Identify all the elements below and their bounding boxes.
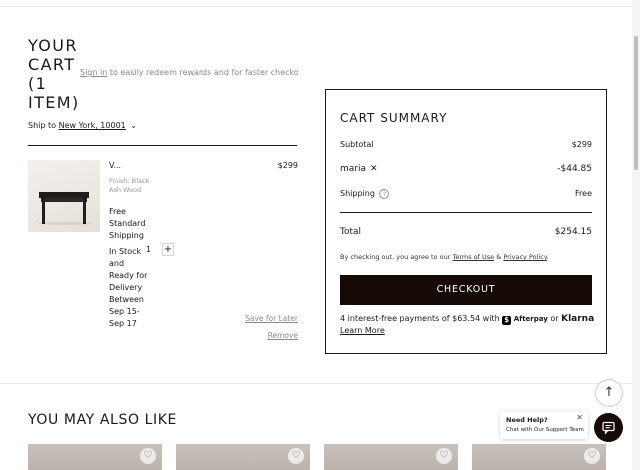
- desk-apron-shape: [41, 198, 87, 202]
- total-value: $254.15: [554, 227, 592, 237]
- subtotal-value: $299: [571, 140, 592, 149]
- installment-info: 4 interest-free payments of $63.54 with …: [340, 313, 598, 336]
- save-for-later-link[interactable]: Save for Later: [230, 314, 298, 323]
- promo-discount: -$44.85: [557, 164, 592, 174]
- signin-text: to easily redeem rewards and for faster …: [109, 68, 298, 77]
- ship-to: Ship to New York, 10001 ⌄: [28, 121, 137, 130]
- chevron-down-icon[interactable]: ⌄: [130, 121, 137, 130]
- chat-icon: [602, 421, 615, 434]
- payments-text: 4 interest-free payments of $63.54 with: [340, 314, 500, 323]
- heart-icon[interactable]: ♡: [140, 448, 156, 464]
- help-title: Need Help?: [506, 416, 548, 424]
- product-stock: In Stock and Ready for Delivery Between …: [109, 247, 148, 328]
- privacy-link[interactable]: Privacy Policy: [503, 253, 546, 261]
- afterpay-icon: $: [502, 316, 512, 325]
- help-subtitle: Chat with Our Support Team: [506, 427, 584, 433]
- cart-summary: CART SUMMARY Subtotal $299 maria ✕ -$44.8…: [325, 89, 607, 354]
- quantity-value: 1: [146, 245, 152, 254]
- promo-code-wrap: maria ✕: [340, 164, 378, 174]
- chat-button[interactable]: [594, 413, 623, 442]
- top-bar: [0, 0, 632, 7]
- signin-prompt: Sign in to easily redeem rewards and for…: [80, 68, 298, 77]
- product-shipping: Free Standard Shipping: [109, 207, 146, 240]
- klarna-logo: Klarna: [561, 314, 595, 324]
- remove-link[interactable]: Remove: [250, 331, 298, 340]
- scrollbar-thumb[interactable]: [634, 36, 638, 170]
- ship-to-label: Ship to: [28, 121, 57, 130]
- quantity-plus-button[interactable]: +: [162, 243, 174, 256]
- agree-and: &: [496, 253, 502, 261]
- product-name[interactable]: V...: [109, 161, 121, 170]
- close-icon[interactable]: ✕: [370, 164, 378, 174]
- subtotal-label: Subtotal: [340, 140, 374, 149]
- signin-link[interactable]: Sign in: [80, 68, 107, 77]
- recommendation-tile[interactable]: ♡: [324, 444, 458, 470]
- afterpay-logo: Afterpay: [513, 315, 548, 323]
- summary-divider: [340, 212, 592, 213]
- shipping-label: Shipping: [340, 189, 375, 198]
- agree-prefix: By checking out, you agree to our: [340, 253, 451, 261]
- heart-icon[interactable]: ♡: [288, 448, 304, 464]
- terms-link[interactable]: Terms of Use: [452, 253, 494, 261]
- agree-suffix: .: [546, 253, 549, 261]
- desk-leg-shape: [83, 198, 86, 224]
- product-image[interactable]: [28, 160, 100, 232]
- product-finish: Finish: Black Ash Wood: [109, 177, 150, 194]
- help-card[interactable]: Need Help? Chat with Our Support Team ✕: [500, 411, 588, 439]
- quantity-stepper[interactable]: 1 +: [142, 243, 174, 257]
- or-text: or: [550, 314, 559, 323]
- ship-to-location[interactable]: New York, 10001: [59, 121, 126, 130]
- close-icon[interactable]: ✕: [576, 413, 583, 422]
- checkout-button[interactable]: CHECKOUT: [340, 275, 592, 305]
- checkout-agreement: By checking out, you agree to our Terms …: [340, 253, 592, 261]
- product-price: $299: [277, 161, 298, 170]
- desk-leg-shape: [42, 198, 45, 224]
- promo-code: maria: [340, 164, 366, 174]
- divider: [28, 145, 297, 146]
- shipping-value: Free: [575, 189, 592, 198]
- recommendations-title: YOU MAY ALSO LIKE: [28, 412, 177, 428]
- total-label: Total: [340, 227, 362, 237]
- heart-icon[interactable]: ♡: [584, 448, 600, 464]
- summary-title: CART SUMMARY: [340, 111, 448, 125]
- page-scrollbar[interactable]: [632, 0, 640, 470]
- arrow-up-icon[interactable]: ↑: [595, 379, 623, 407]
- desk-shadow: [38, 222, 92, 225]
- help-icon[interactable]: ?: [379, 189, 390, 199]
- recommendation-tile[interactable]: ♡: [472, 444, 606, 470]
- shipping-label-wrap: Shipping ?: [340, 189, 390, 199]
- heart-icon[interactable]: ♡: [436, 448, 452, 464]
- cart-title: YOUR CART (1 ITEM): [28, 36, 80, 112]
- recommendation-tile[interactable]: ♡: [176, 444, 310, 470]
- recommendation-tile[interactable]: ♡: [28, 444, 162, 470]
- learn-more-link[interactable]: Learn More: [340, 326, 385, 335]
- section-divider: [0, 383, 632, 384]
